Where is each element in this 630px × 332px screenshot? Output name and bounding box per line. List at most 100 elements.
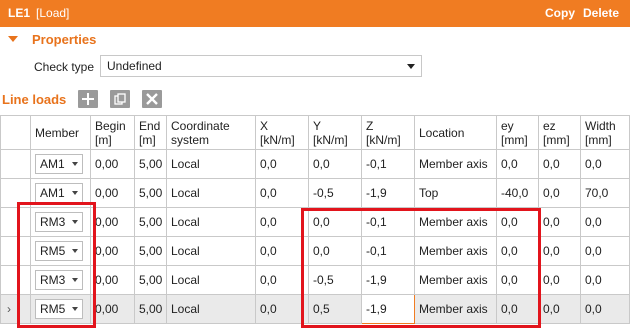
coord-cell[interactable]: Local	[166, 207, 256, 237]
begin-cell[interactable]: 0,00	[90, 178, 135, 208]
end-cell[interactable]: 5,00	[134, 149, 167, 179]
end-cell[interactable]: 5,00	[134, 236, 167, 266]
width-cell[interactable]: 0,0	[580, 207, 630, 237]
ez-cell[interactable]: 0,0	[538, 265, 581, 295]
col-header-ey[interactable]: ey [mm]	[496, 115, 539, 150]
coord-cell[interactable]: Local	[166, 294, 256, 324]
col-header-end[interactable]: End [m]	[134, 115, 167, 150]
member-select[interactable]: AM1	[35, 154, 83, 174]
width-cell[interactable]: 0,0	[580, 265, 630, 295]
location-cell[interactable]: Member axis	[414, 265, 497, 295]
begin-cell[interactable]: 0,00	[90, 207, 135, 237]
row-marker[interactable]	[0, 178, 31, 208]
col-header-y[interactable]: Y [kN/m]	[308, 115, 362, 150]
width-cell[interactable]: 0,0	[580, 294, 630, 324]
table-row[interactable]: RM3 0,00 5,00 Local 0,0 -0,5 -1,9 Member…	[0, 265, 630, 295]
member-cell[interactable]: AM1	[30, 178, 91, 208]
properties-header[interactable]: Properties	[8, 32, 96, 50]
table-row-selected[interactable]: › RM5 0,00 5,00 Local 0,0 0,5 -1,9 Membe…	[0, 294, 630, 324]
z-cell[interactable]: -0,1	[361, 236, 415, 266]
ey-cell[interactable]: 0,0	[496, 149, 539, 179]
ez-cell[interactable]: 0,0	[538, 294, 581, 324]
ez-cell[interactable]: 0,0	[538, 149, 581, 179]
copy-button[interactable]: Copy	[545, 6, 575, 20]
member-cell[interactable]: RM5	[30, 236, 91, 266]
location-cell[interactable]: Member axis	[414, 149, 497, 179]
z-cell[interactable]: -1,9	[361, 178, 415, 208]
y-cell[interactable]: 0,0	[308, 236, 362, 266]
end-cell[interactable]: 5,00	[134, 265, 167, 295]
member-select[interactable]: RM5	[35, 299, 83, 319]
row-marker[interactable]	[0, 265, 31, 295]
z-cell[interactable]: -1,9	[361, 265, 415, 295]
location-cell[interactable]: Member axis	[414, 207, 497, 237]
ez-cell[interactable]: 0,0	[538, 236, 581, 266]
member-cell[interactable]: RM3	[30, 265, 91, 295]
ey-cell[interactable]: 0,0	[496, 236, 539, 266]
coord-cell[interactable]: Local	[166, 178, 256, 208]
add-icon[interactable]	[78, 90, 98, 108]
location-cell[interactable]: Member axis	[414, 236, 497, 266]
table-row[interactable]: AM1 0,00 5,00 Local 0,0 0,0 -0,1 Member …	[0, 149, 630, 179]
member-select[interactable]: RM3	[35, 212, 83, 232]
ez-cell[interactable]: 0,0	[538, 178, 581, 208]
delete-button[interactable]: Delete	[583, 6, 619, 20]
row-marker[interactable]: ›	[0, 294, 31, 324]
z-cell[interactable]: -0,1	[361, 207, 415, 237]
col-header-x[interactable]: X [kN/m]	[255, 115, 309, 150]
coord-cell[interactable]: Local	[166, 265, 256, 295]
x-cell[interactable]: 0,0	[255, 207, 309, 237]
end-cell[interactable]: 5,00	[134, 294, 167, 324]
x-cell[interactable]: 0,0	[255, 265, 309, 295]
col-header-member[interactable]: Member	[30, 115, 91, 150]
ey-cell[interactable]: 0,0	[496, 265, 539, 295]
member-cell[interactable]: RM3	[30, 207, 91, 237]
table-row[interactable]: RM3 0,00 5,00 Local 0,0 0,0 -0,1 Member …	[0, 207, 630, 237]
coord-cell[interactable]: Local	[166, 236, 256, 266]
x-cell[interactable]: 0,0	[255, 294, 309, 324]
begin-cell[interactable]: 0,00	[90, 294, 135, 324]
y-cell[interactable]: 0,0	[308, 207, 362, 237]
member-cell[interactable]: RM5	[30, 294, 91, 324]
delete-icon[interactable]	[142, 90, 162, 108]
y-cell[interactable]: -0,5	[308, 178, 362, 208]
member-select[interactable]: AM1	[35, 183, 83, 203]
ey-cell[interactable]: 0,0	[496, 294, 539, 324]
end-cell[interactable]: 5,00	[134, 178, 167, 208]
col-header-coordinate-system[interactable]: Coordinate system	[166, 115, 256, 150]
col-header-width[interactable]: Width [mm]	[580, 115, 630, 150]
col-header-begin[interactable]: Begin [m]	[90, 115, 135, 150]
collapse-caret-icon[interactable]	[8, 35, 18, 42]
width-cell[interactable]: 0,0	[580, 149, 630, 179]
begin-cell[interactable]: 0,00	[90, 265, 135, 295]
x-cell[interactable]: 0,0	[255, 178, 309, 208]
y-cell[interactable]: 0,5	[308, 294, 362, 324]
copy-icon[interactable]	[110, 90, 130, 108]
x-cell[interactable]: 0,0	[255, 236, 309, 266]
table-row[interactable]: AM1 0,00 5,00 Local 0,0 -0,5 -1,9 Top -4…	[0, 178, 630, 208]
ez-cell[interactable]: 0,0	[538, 207, 581, 237]
check-type-select[interactable]: Undefined	[100, 55, 422, 77]
x-cell[interactable]: 0,0	[255, 149, 309, 179]
col-header-ez[interactable]: ez [mm]	[538, 115, 581, 150]
y-cell[interactable]: -0,5	[308, 265, 362, 295]
y-cell[interactable]: 0,0	[308, 149, 362, 179]
member-select[interactable]: RM3	[35, 270, 83, 290]
begin-cell[interactable]: 0,00	[90, 236, 135, 266]
member-cell[interactable]: AM1	[30, 149, 91, 179]
col-header-location[interactable]: Location	[414, 115, 497, 150]
row-marker[interactable]	[0, 207, 31, 237]
ey-cell[interactable]: 0,0	[496, 207, 539, 237]
z-cell-editing[interactable]: -1,9	[361, 294, 415, 324]
row-marker[interactable]	[0, 236, 31, 266]
row-marker[interactable]	[0, 149, 31, 179]
z-cell[interactable]: -0,1	[361, 149, 415, 179]
begin-cell[interactable]: 0,00	[90, 149, 135, 179]
coord-cell[interactable]: Local	[166, 149, 256, 179]
end-cell[interactable]: 5,00	[134, 207, 167, 237]
ey-cell[interactable]: -40,0	[496, 178, 539, 208]
member-select[interactable]: RM5	[35, 241, 83, 261]
table-row[interactable]: RM5 0,00 5,00 Local 0,0 0,0 -0,1 Member …	[0, 236, 630, 266]
location-cell[interactable]: Member axis	[414, 294, 497, 324]
width-cell[interactable]: 0,0	[580, 236, 630, 266]
